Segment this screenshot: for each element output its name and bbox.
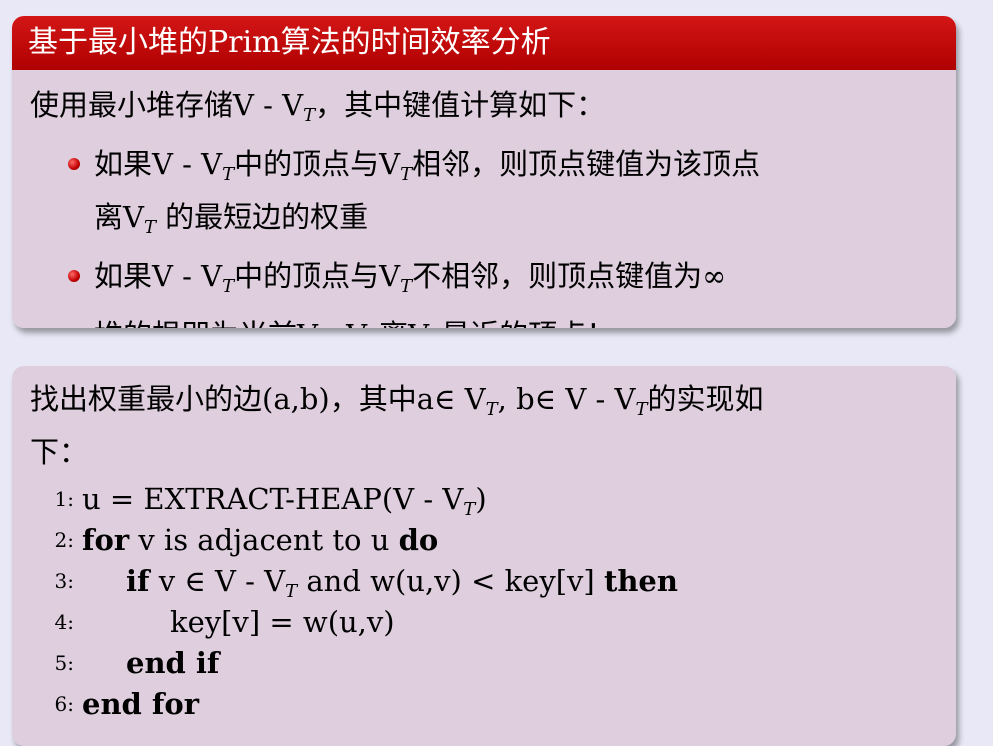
line-number: 3: [54, 569, 74, 593]
block-body: 找出权重最小的边(a,b)，其中a∈ VT, b∈ V - VT的实现如 下： … [12, 366, 956, 725]
prim-analysis-block: 基于最小堆的Prim算法的时间效率分析 使用最小堆存储V - VT，其中键值计算… [12, 16, 956, 328]
algorithm-line: 3: if v ∈ V - VT and w(u,v) < key[v] the… [30, 561, 938, 602]
line-number: 2: [54, 528, 74, 552]
line-number: 1: [54, 487, 74, 511]
bullet-list: 如果V - VT中的顶点与VT相邻，则顶点键值为该顶点 离VT 的最短边的权重 … [30, 143, 938, 328]
algorithm-block: 找出权重最小的边(a,b)，其中a∈ VT, b∈ V - VT的实现如 下： … [12, 366, 956, 746]
bullet-icon [68, 270, 80, 282]
intro-text: 使用最小堆存储V - VT，其中键值计算如下： [30, 88, 606, 126]
algorithm-line: 4: key[v] = w(u,v) [30, 602, 938, 643]
bullet-item: 如果V - VT中的顶点与VT不相邻，则顶点键值为∞ [68, 255, 938, 308]
intro-text-cont: 下： [30, 435, 89, 469]
intro-text: 找出权重最小的边(a,b)，其中a∈ VT, b∈ V - VT的实现如 [30, 382, 764, 420]
line-number: 4: [54, 610, 74, 634]
bullet-item: 如果V - VT中的顶点与VT相邻，则顶点键值为该顶点 离VT 的最短边的权重 [68, 143, 938, 249]
algorithm-line: 5: end if [30, 643, 938, 684]
algorithm-line: 6: end for [30, 684, 938, 725]
block-body: 使用最小堆存储V - VT，其中键值计算如下： 如果V - VT中的顶点与VT相… [12, 70, 956, 328]
bullet-item: 堆的根即为当前V - VT离VT最近的顶点！ [68, 314, 938, 328]
algorithm-line: 1: u = EXTRACT-HEAP(V - VT) [30, 479, 938, 520]
line-number: 6: [54, 692, 74, 716]
algorithm-line: 2: for v is adjacent to u do [30, 520, 938, 561]
algorithm-listing: 1: u = EXTRACT-HEAP(V - VT) 2: for v is … [30, 479, 938, 725]
bullet-icon [68, 158, 80, 170]
block-title: 基于最小堆的Prim算法的时间效率分析 [12, 16, 956, 70]
line-number: 5: [54, 651, 74, 675]
